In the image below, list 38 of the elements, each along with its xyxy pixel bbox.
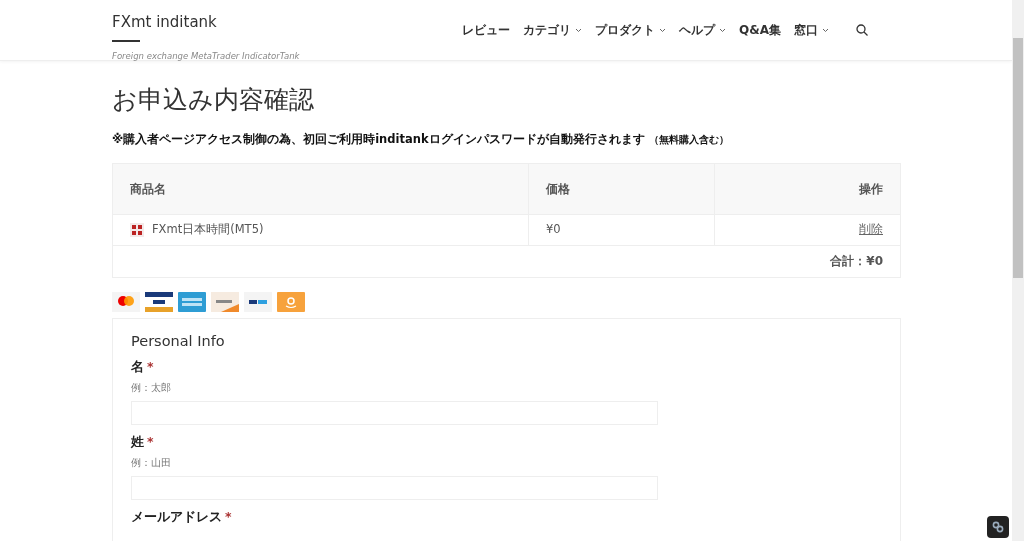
search-icon [855, 24, 868, 36]
label-text: 名 [131, 359, 144, 375]
product-icon [130, 222, 144, 237]
nav-link[interactable]: レビュー [462, 21, 510, 39]
label-text: メールアドレス [131, 508, 222, 524]
link-icon [992, 521, 1004, 533]
table-cell: ¥0 [529, 214, 715, 245]
payment-card-icon [277, 291, 305, 312]
field-hint: 例：太郎 [131, 381, 172, 395]
column-header: 商品名 [113, 163, 529, 214]
nav-link[interactable]: プロダクト [595, 21, 666, 39]
payment-card-icon [211, 291, 239, 312]
section-heading: Personal Info [131, 331, 226, 351]
search-button[interactable] [855, 24, 868, 36]
notice-text: ※購入者ページアクセス制御の為、初回ご利用時inditankログインパスワードが自動発行されます [112, 132, 645, 146]
product-name: FXmt日本時間(MT5) [152, 220, 264, 238]
field-hint: 例：山田 [131, 455, 172, 470]
required-asterisk: * [147, 359, 154, 375]
column-header: 価格 [529, 163, 715, 214]
required-asterisk: * [225, 508, 232, 524]
nav-link[interactable]: 窓口 [793, 21, 829, 39]
column-header: 操作 [858, 180, 884, 198]
payment-card-icon [178, 291, 206, 312]
link-button[interactable] [987, 516, 1009, 538]
payment-card-icon [112, 291, 140, 312]
nav-link[interactable]: ヘルプ [679, 21, 726, 39]
required-asterisk: * [147, 434, 154, 449]
payment-card-icon [244, 291, 272, 312]
page-title: お申込み内容確認 [112, 85, 315, 115]
notice-note: （無料購入含む） [648, 134, 729, 145]
site-title[interactable]: FXmt inditank [112, 11, 217, 34]
nav-link[interactable]: カテゴリ [523, 21, 582, 39]
nav-link[interactable]: Q&A集 [739, 21, 781, 39]
total-text: 合計：¥0 [830, 253, 883, 270]
site-tagline: Foreign exchange MetaTrader IndicatorTank [112, 50, 301, 63]
label-text: 姓 [131, 434, 144, 449]
payment-card-icon [145, 291, 173, 312]
delete-link[interactable]: 削除 [859, 220, 883, 239]
